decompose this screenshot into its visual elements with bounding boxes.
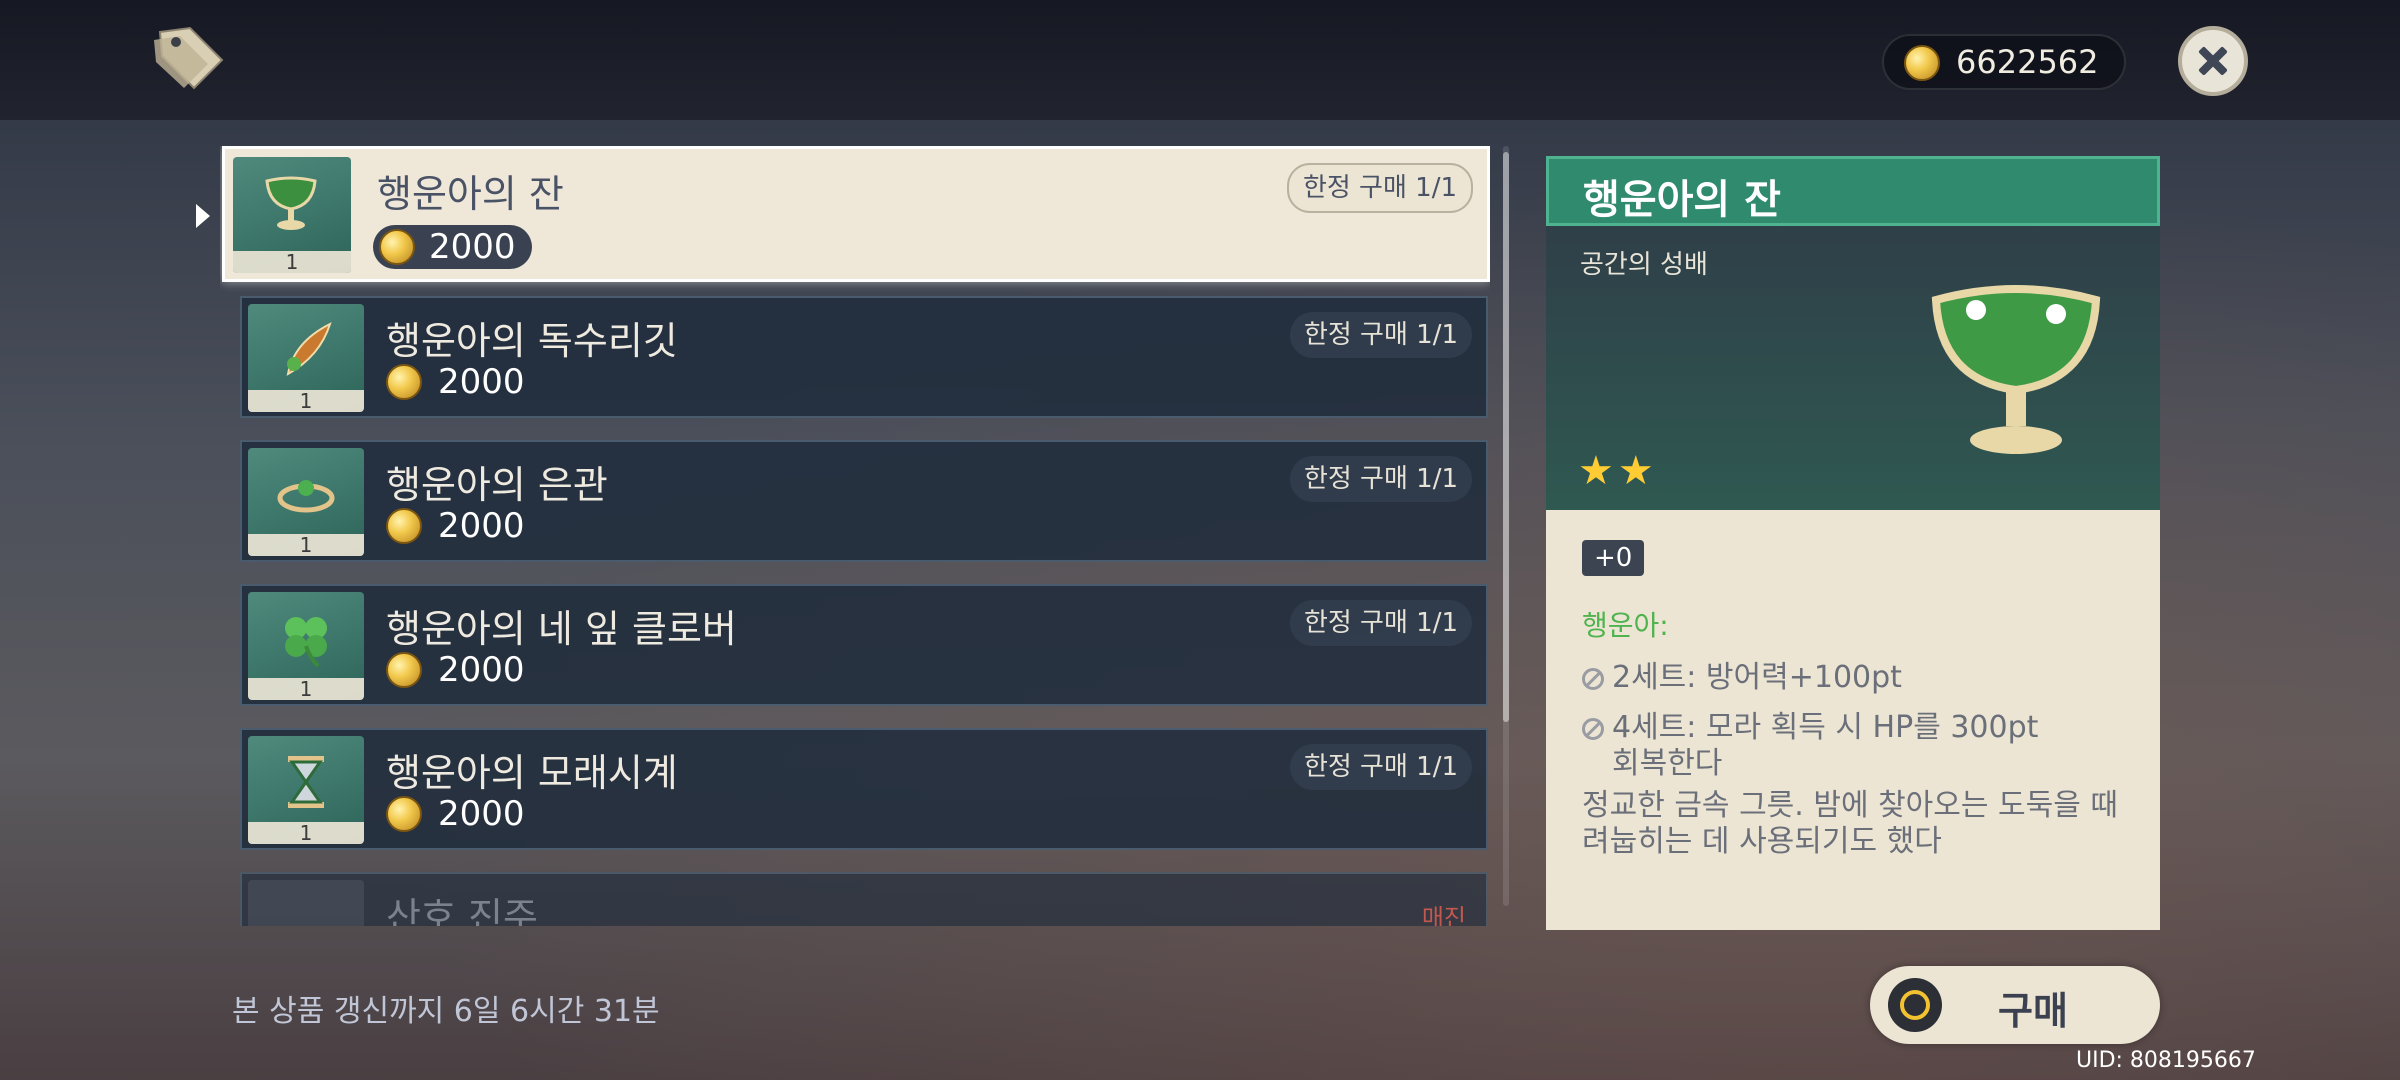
mora-coin-icon xyxy=(386,652,422,688)
set-bonus-4-cont: 회복한다 xyxy=(1612,746,1723,781)
selection-arrow-icon xyxy=(196,204,210,228)
mora-coin-icon xyxy=(379,229,415,265)
detail-title: 행운아의 잔 xyxy=(1583,177,1781,223)
item-thumbnail xyxy=(248,880,364,926)
item-name: 행운아의 모래시계 xyxy=(386,751,678,795)
item-thumbnail: 1 xyxy=(248,592,364,700)
item-name: 행운아의 잔 xyxy=(377,172,564,216)
item-quantity: 1 xyxy=(248,822,364,844)
shop-item-selected[interactable]: 1 행운아의 잔 2000 한정 구매 1/1 xyxy=(222,146,1490,282)
buy-button[interactable]: 구매 xyxy=(1870,966,2160,1044)
set-bonus-2: 2세트: 방어력+100pt xyxy=(1582,652,1902,696)
item-price: 2000 xyxy=(386,792,539,836)
mora-coin-icon xyxy=(386,364,422,400)
purchase-limit-badge: 한정 구매 1/1 xyxy=(1286,163,1473,213)
soldout-badge: 매진 xyxy=(1421,904,1466,926)
item-thumbnail: 1 xyxy=(233,157,351,273)
disabled-icon xyxy=(1582,717,1604,740)
item-price: 2000 xyxy=(386,360,539,404)
disabled-icon xyxy=(1582,667,1604,690)
item-price-value: 2000 xyxy=(438,362,525,402)
detail-header: 행운아의 잔 xyxy=(1546,156,2160,226)
item-detail-panel: 행운아의 잔 공간의 성배 ★★ +0 행운아: 2세트: 방어력+100pt … xyxy=(1546,156,2160,930)
artifact-feather-icon xyxy=(286,322,332,376)
item-name: 행운아의 은관 xyxy=(386,463,608,507)
set-bonus-2-text: 2세트: 방어력+100pt xyxy=(1612,660,1902,695)
list-scrollbar[interactable] xyxy=(1503,146,1509,906)
detail-info: +0 행운아: 2세트: 방어력+100pt 4세트: 모라 획득 시 HP를 … xyxy=(1546,510,2160,930)
artifact-clover-icon xyxy=(285,617,327,668)
mora-coin-icon xyxy=(386,796,422,832)
item-thumbnail: 1 xyxy=(248,736,364,844)
item-price: 2000 xyxy=(386,648,539,692)
artifact-circlet-icon xyxy=(277,480,335,513)
item-name: 산호 진주 xyxy=(386,895,538,926)
rarity-stars: ★★ xyxy=(1578,448,1658,494)
purchase-limit-badge: 한정 구매 1/1 xyxy=(1289,600,1472,646)
shop-item[interactable]: 1 행운아의 네 잎 클로버 2000 한정 구매 1/1 xyxy=(240,584,1488,706)
top-bar: 6622562 xyxy=(0,0,2400,120)
refresh-timer: 본 상품 갱신까지 6일 6시간 31분 xyxy=(232,994,660,1029)
item-price: 2000 xyxy=(386,504,539,548)
item-name: 행운아의 독수리깃 xyxy=(386,319,678,363)
shop-item[interactable]: 1 행운아의 은관 2000 한정 구매 1/1 xyxy=(240,440,1488,562)
purchase-limit-badge: 한정 구매 1/1 xyxy=(1289,312,1472,358)
item-quantity: 1 xyxy=(248,534,364,556)
purchase-limit-badge: 한정 구매 1/1 xyxy=(1289,456,1472,502)
close-button[interactable] xyxy=(2178,26,2248,96)
item-description: 정교한 금속 그릇. 밤에 찾아오는 도둑을 때려눕히는 데 사용되기도 했다 xyxy=(1582,788,2118,859)
item-thumbnail: 1 xyxy=(248,448,364,556)
artifact-level-badge: +0 xyxy=(1582,540,1645,576)
currency-display: 6622562 xyxy=(1882,34,2126,90)
artifact-hourglass-icon xyxy=(288,756,324,808)
item-quantity: 1 xyxy=(248,390,364,412)
purchase-limit-badge: 한정 구매 1/1 xyxy=(1289,744,1472,790)
item-quantity: 1 xyxy=(233,251,351,273)
scrollbar-thumb[interactable] xyxy=(1503,152,1509,722)
buy-label: 구매 xyxy=(1998,989,2068,1033)
item-price-value: 2000 xyxy=(429,227,516,267)
artifact-type: 공간의 성배 xyxy=(1580,250,1708,280)
artifact-goblet-icon xyxy=(265,176,317,230)
item-price-value: 2000 xyxy=(438,506,525,546)
mora-coin-icon xyxy=(386,508,422,544)
shop-item[interactable]: 1 행운아의 모래시계 2000 한정 구매 1/1 xyxy=(240,728,1488,850)
currency-value: 6622562 xyxy=(1956,43,2099,81)
shop-item-soldout[interactable]: 산호 진주 매진 xyxy=(240,872,1488,926)
shop-tag-icon xyxy=(154,26,224,90)
uid-label: UID: 808195667 xyxy=(2076,1048,2256,1073)
item-name: 행운아의 네 잎 클로버 xyxy=(386,607,737,651)
shop-item[interactable]: 1 행운아의 독수리깃 2000 한정 구매 1/1 xyxy=(240,296,1488,418)
confirm-button-icon xyxy=(1888,978,1942,1032)
mora-coin-icon xyxy=(1904,45,1940,81)
item-price: 2000 xyxy=(373,225,532,269)
item-price-value: 2000 xyxy=(438,650,525,690)
item-quantity: 1 xyxy=(248,678,364,700)
artifact-goblet-icon xyxy=(1931,285,2101,454)
shop-item-list: 1 행운아의 잔 2000 한정 구매 1/1 1 행운아의 독수리깃 2000… xyxy=(220,146,1490,926)
item-thumbnail: 1 xyxy=(248,304,364,412)
item-price-value: 2000 xyxy=(438,794,525,834)
set-name: 행운아: xyxy=(1582,609,1669,642)
